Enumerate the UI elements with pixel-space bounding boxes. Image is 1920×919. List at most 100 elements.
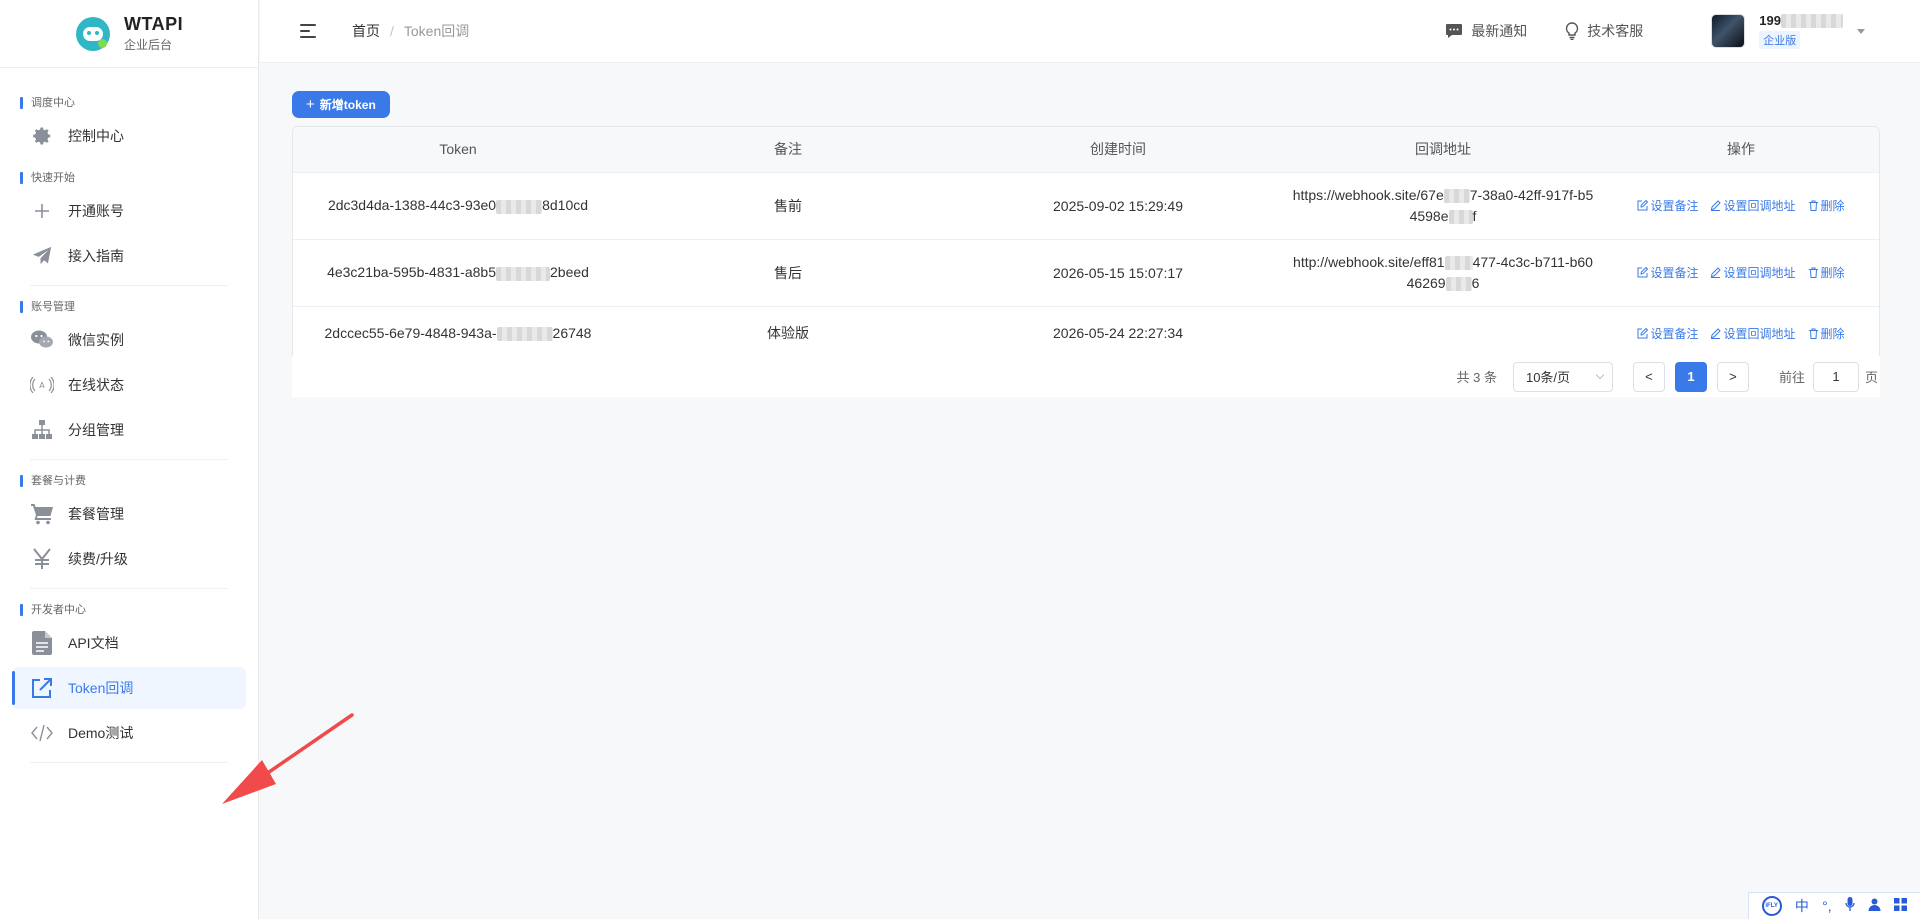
- token-text: 8d10cd: [542, 197, 589, 214]
- pagination: 共 3 条 10条/页 < 1 > 前往 页: [292, 356, 1880, 397]
- note-cell: 售后: [623, 239, 953, 307]
- next-page-button[interactable]: >: [1716, 361, 1749, 392]
- redacted-block: [496, 266, 550, 281]
- url-text: 7-38a0-42ff-917f-b5: [1469, 186, 1594, 203]
- support-link[interactable]: 技术客服: [1565, 21, 1643, 41]
- main-content: + 新增token Token 备注 创建时间 回调地址 操作 2dc3d4da-…: [260, 64, 1920, 919]
- url-text: https://webhook.site/67e: [1292, 186, 1444, 203]
- delete-button[interactable]: 删除: [1808, 264, 1845, 281]
- column-header-created: 创建时间: [953, 127, 1283, 173]
- notice-link[interactable]: 最新通知: [1445, 21, 1527, 41]
- token-text: 2dc3d4da-1388-44c3-93e0: [327, 197, 497, 214]
- token-text: 2dccec55-6e79-4848-943a-: [324, 325, 497, 342]
- sidebar-item-label: 套餐管理: [68, 506, 124, 522]
- sidebar-nav: 调度中心 控制中心 快速开始 开通账号 接入指南 账号管理 微信实例 A 在线状…: [0, 68, 258, 763]
- sidebar-item-token-callback[interactable]: Token回调: [12, 667, 246, 709]
- delete-button[interactable]: 删除: [1808, 325, 1845, 342]
- actions-cell: 设置备注 设置回调地址 删除: [1603, 172, 1879, 240]
- sidebar-item-api-docs[interactable]: API文档: [12, 622, 246, 664]
- user-menu[interactable]: 199 企业版: [1711, 13, 1865, 49]
- microphone-icon[interactable]: [1845, 897, 1855, 915]
- sidebar-item-control-center[interactable]: 控制中心: [12, 115, 246, 157]
- set-callback-button[interactable]: 设置回调地址: [1710, 325, 1796, 342]
- redacted-block: [1444, 255, 1473, 270]
- set-note-button[interactable]: 设置备注: [1637, 325, 1698, 342]
- set-note-button[interactable]: 设置备注: [1637, 264, 1698, 281]
- message-icon: [1445, 22, 1463, 40]
- breadcrumb-current: Token回调: [403, 23, 470, 39]
- brand[interactable]: WTAPI 企业后台: [0, 0, 258, 68]
- set-callback-label: 设置回调地址: [1723, 266, 1796, 280]
- sidebar-item-demo-test[interactable]: Demo测试: [12, 712, 246, 754]
- sidebar-item-label: Token回调: [68, 680, 134, 696]
- goto-page-input[interactable]: [1812, 361, 1859, 392]
- sidebar-item-renew-upgrade[interactable]: 续费/升级: [12, 538, 246, 580]
- set-note-label: 设置备注: [1650, 266, 1699, 280]
- url-text: 46269: [1406, 274, 1446, 291]
- nav-section-dispatch: 调度中心: [0, 94, 258, 112]
- set-callback-button[interactable]: 设置回调地址: [1710, 197, 1796, 214]
- top-header: 首页 / Token回调 最新通知 技术客服 199 企业版: [260, 0, 1920, 63]
- yen-icon: [30, 547, 54, 571]
- table-row: 2dccec55-6e79-4848-943a- 26748 体验版 2026-0…: [293, 306, 1879, 360]
- sidebar-item-label: 在线状态: [68, 377, 124, 393]
- add-token-label: 新增token: [319, 98, 376, 112]
- redacted-block: [496, 327, 553, 342]
- url-text: 477-4c3c-b711-b60: [1472, 253, 1593, 270]
- plus-icon: +: [306, 96, 315, 113]
- avatar: [1711, 14, 1746, 48]
- page-size-value: 10条/页: [1525, 370, 1571, 385]
- gear-icon: [30, 124, 54, 148]
- nav-divider: [30, 285, 228, 286]
- goto-unit: 页: [1864, 370, 1878, 385]
- page-size-select[interactable]: 10条/页: [1512, 361, 1613, 392]
- org-chart-icon: [30, 418, 54, 442]
- brand-name: WTAPI: [124, 14, 184, 34]
- set-callback-button[interactable]: 设置回调地址: [1710, 264, 1796, 281]
- ime-chinese-mode[interactable]: 中: [1795, 896, 1809, 916]
- add-token-button[interactable]: + 新增token: [292, 91, 390, 118]
- table-row: 4e3c21ba-595b-4831-a8b5 2beed 售后 2026-05-…: [293, 239, 1879, 307]
- url-text: 4598e: [1409, 207, 1449, 224]
- nav-section-billing: 套餐与计费: [0, 472, 258, 490]
- url-text: http://webhook.site/eff81: [1293, 253, 1445, 270]
- prev-page-button[interactable]: <: [1632, 361, 1665, 392]
- breadcrumb-home[interactable]: 首页: [352, 21, 380, 41]
- breadcrumb: 首页 / Token回调: [352, 21, 469, 41]
- trash-icon: [1808, 328, 1819, 339]
- callback-cell: http://webhook.site/eff81 477-4c3c-b711-b…: [1283, 239, 1603, 307]
- grid-icon[interactable]: [1894, 898, 1908, 914]
- url-text: 6: [1471, 274, 1480, 291]
- ime-punctuation-icon[interactable]: °,: [1822, 898, 1832, 914]
- sidebar-item-group-manage[interactable]: 分组管理: [12, 409, 246, 451]
- lightbulb-icon: [1565, 22, 1579, 40]
- sidebar-item-label: 微信实例: [68, 332, 124, 348]
- page-number-button[interactable]: 1: [1674, 361, 1707, 392]
- created-cell: 2026-05-15 15:07:17: [953, 239, 1283, 307]
- set-note-button[interactable]: 设置备注: [1637, 197, 1698, 214]
- token-cell: 2dccec55-6e79-4848-943a- 26748: [293, 306, 623, 360]
- caret-down-icon: [1857, 28, 1865, 34]
- sidebar-item-online-status[interactable]: A 在线状态: [12, 364, 246, 406]
- delete-button[interactable]: 删除: [1808, 197, 1845, 214]
- chevron-down-icon: [1595, 370, 1605, 380]
- pencil-icon: [1710, 328, 1722, 339]
- menu-toggle-icon[interactable]: [300, 21, 320, 41]
- sidebar-item-open-account[interactable]: 开通账号: [12, 190, 246, 232]
- notice-label: 最新通知: [1471, 23, 1528, 39]
- sidebar-item-label: 续费/升级: [68, 551, 128, 567]
- trash-icon: [1808, 267, 1819, 278]
- ifly-logo-icon[interactable]: iFLY: [1761, 896, 1782, 916]
- sidebar-item-plan-manage[interactable]: 套餐管理: [12, 493, 246, 535]
- sidebar-item-label: 控制中心: [68, 128, 124, 144]
- nav-section-developer: 开发者中心: [0, 601, 258, 619]
- pencil-icon: [1710, 200, 1722, 211]
- plus-icon: [30, 199, 54, 223]
- sidebar-item-guide[interactable]: 接入指南: [12, 235, 246, 277]
- trash-icon: [1808, 200, 1819, 211]
- redacted-block: [1781, 13, 1843, 28]
- breadcrumb-separator: /: [390, 23, 394, 39]
- user-icon[interactable]: [1868, 898, 1881, 914]
- sidebar-item-wechat-instance[interactable]: 微信实例: [12, 319, 246, 361]
- paper-plane-icon: [30, 244, 54, 268]
